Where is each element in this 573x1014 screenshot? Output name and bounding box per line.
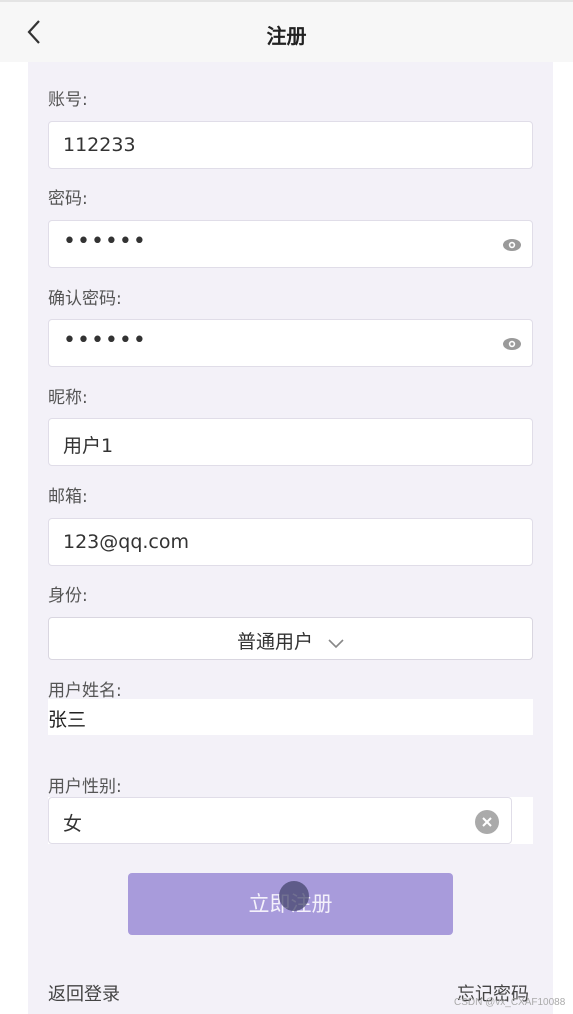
left-margin bbox=[0, 62, 28, 1014]
eye-icon[interactable] bbox=[502, 334, 522, 354]
nickname-field[interactable]: 用户1 bbox=[48, 418, 533, 466]
gender-value: 女 bbox=[63, 813, 83, 835]
password-field[interactable]: •••••• bbox=[48, 220, 533, 268]
top-bar: 注册 bbox=[0, 0, 573, 62]
realname-label: 用户姓名: bbox=[48, 681, 122, 701]
chevron-down-icon bbox=[328, 634, 344, 653]
account-label: 账号: bbox=[48, 90, 88, 110]
back-to-login-link[interactable]: 返回登录 bbox=[48, 980, 120, 1006]
account-field[interactable]: 112233 bbox=[48, 121, 533, 169]
account-value: 112233 bbox=[63, 134, 136, 156]
role-label: 身份: bbox=[48, 586, 88, 606]
role-value: 普通用户 bbox=[236, 631, 313, 653]
password-value: •••••• bbox=[63, 229, 147, 254]
role-select[interactable]: 普通用户 bbox=[48, 617, 533, 660]
gender-label: 用户性别: bbox=[48, 777, 122, 797]
clear-icon[interactable] bbox=[475, 810, 499, 834]
email-value: 123@qq.com bbox=[63, 531, 190, 553]
watermark: CSDN @vx_CXAF10088 bbox=[454, 997, 566, 1008]
confirm-password-label: 确认密码: bbox=[48, 289, 122, 309]
realname-field[interactable]: 张三 bbox=[48, 699, 533, 735]
password-label: 密码: bbox=[48, 189, 88, 209]
gender-field[interactable]: 女 bbox=[48, 797, 512, 844]
eye-icon[interactable] bbox=[502, 235, 522, 255]
email-field[interactable]: 123@qq.com bbox=[48, 518, 533, 566]
confirm-password-field[interactable]: •••••• bbox=[48, 319, 533, 367]
touch-cursor bbox=[279, 881, 309, 911]
nickname-label: 昵称: bbox=[48, 388, 88, 408]
nickname-value: 用户1 bbox=[63, 435, 114, 457]
gender-wrapper: 女 bbox=[48, 797, 533, 844]
page-title: 注册 bbox=[266, 24, 307, 48]
confirm-password-value: •••••• bbox=[63, 328, 147, 353]
realname-value: 张三 bbox=[48, 709, 87, 731]
email-label: 邮箱: bbox=[48, 487, 88, 507]
right-margin bbox=[553, 62, 573, 1014]
